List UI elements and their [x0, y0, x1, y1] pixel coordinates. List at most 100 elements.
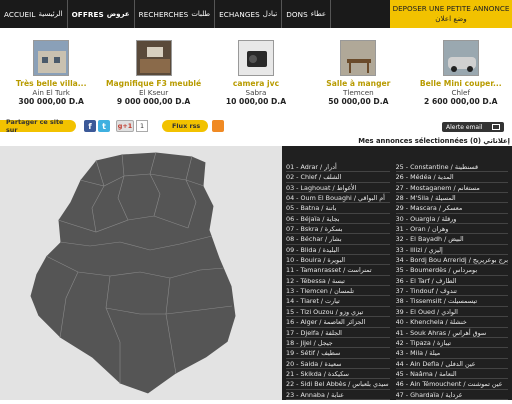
my-selected-ads[interactable]: Mes annonces sélectionnées إعلاناتي (0): [356, 137, 512, 145]
wilaya-item[interactable]: 08 - Béchar / بشار: [286, 234, 390, 245]
featured-listings: Très belle villa... Ain El Turk 300 000,…: [0, 28, 512, 116]
wilaya-item[interactable]: 10 - Bouira / البويرة: [286, 255, 390, 266]
envelope-icon: [492, 124, 500, 130]
google-plus-button[interactable]: g+1: [116, 120, 134, 132]
listing-title[interactable]: Salle à manger: [326, 79, 390, 88]
wilaya-item[interactable]: 36 - El Tarf / الطارف: [395, 276, 508, 287]
wilaya-item[interactable]: 18 - Jijel / جيجل: [286, 338, 390, 349]
wilaya-item[interactable]: 31 - Oran / وهران: [395, 224, 508, 235]
wilaya-item[interactable]: 20 - Saida / سعيدة: [286, 359, 390, 369]
wilaya-item[interactable]: 04 - Oum El Bouaghi / أم البواقي: [286, 193, 390, 204]
listing-title[interactable]: camera jvc: [233, 79, 279, 88]
listing-location: El Kseur: [138, 88, 169, 97]
wilaya-column-right: 25 - Constantine / قسنطينة 26 - Médéa / …: [395, 162, 508, 400]
wilaya-item[interactable]: 43 - Mila / ميلة: [395, 348, 508, 359]
nav-dons-label-ar: عطاء: [310, 10, 327, 18]
wilaya-item[interactable]: 13 - Tlemcen / تلمسان: [286, 286, 390, 297]
wilaya-item[interactable]: 03 - Laghouat / الأغواط: [286, 183, 390, 194]
wilaya-item[interactable]: 38 - Tissemsilt / تيسمسيلت: [395, 296, 508, 307]
share-bar: Partager ce site sur f t g+1 1 Flux rss …: [0, 118, 512, 136]
wilaya-item[interactable]: 34 - Bordj Bou Arreridj / برج بوعريريج: [395, 255, 508, 266]
wilaya-item[interactable]: 15 - Tizi Ouzou / تيزي وزو: [286, 307, 390, 318]
wilaya-item[interactable]: 23 - Annaba / عنابة: [286, 390, 390, 400]
wilaya-item[interactable]: 25 - Constantine / قسنطينة: [395, 162, 508, 173]
nav-recherches-label-ar: طلبات: [191, 10, 211, 18]
listing-photo[interactable]: [33, 40, 70, 76]
algeria-map[interactable]: [0, 146, 280, 400]
wilaya-item[interactable]: 30 - Ouargla / ورقلة: [395, 214, 508, 225]
facebook-icon[interactable]: f: [84, 120, 96, 132]
wilaya-item[interactable]: 33 - Illizi / إليزي: [395, 245, 508, 256]
nav-echanges-label-ar: تبادل: [262, 10, 278, 18]
wilaya-item[interactable]: 37 - Tindouf / تندوف: [395, 286, 508, 297]
wilaya-item[interactable]: 16 - Alger / الجزائر العاصمة: [286, 317, 390, 328]
nav-echanges[interactable]: ECHANGES تبادل: [215, 0, 283, 28]
email-alert-button[interactable]: Alerte email: [442, 122, 504, 132]
listing-photo[interactable]: [340, 40, 377, 76]
wilaya-item[interactable]: 22 - Sidi Bel Abbès / سيدي بلعباس: [286, 379, 390, 390]
wilaya-item[interactable]: 06 - Béjaïa / بجاية: [286, 214, 390, 225]
wilaya-item[interactable]: 09 - Blida / البليدة: [286, 245, 390, 256]
wilaya-item[interactable]: 19 - Sétif / سطيف: [286, 348, 390, 359]
listing-card[interactable]: camera jvc Sabra 10 000,00 D.A: [213, 40, 299, 116]
wilaya-item[interactable]: 29 - Mascara / معسكر: [395, 203, 508, 214]
listing-price: 300 000,00 D.A: [18, 97, 84, 106]
wilaya-item[interactable]: 17 - Djelfa / الجلفة: [286, 328, 390, 338]
nav-dons[interactable]: DONS عطاء: [282, 0, 332, 28]
listing-location: Sabra: [245, 88, 267, 97]
rss-label[interactable]: Flux rss: [162, 120, 208, 132]
wilaya-item[interactable]: 12 - Tébessa / تبسة: [286, 276, 390, 287]
listing-card[interactable]: Très belle villa... Ain El Turk 300 000,…: [8, 40, 94, 116]
nav-offres[interactable]: OFFRES عروض: [68, 0, 135, 28]
wilaya-item[interactable]: 26 - Médéa / المدية: [395, 172, 508, 183]
listing-photo[interactable]: [237, 40, 274, 76]
listing-price: 9 000 000,00 D.A: [116, 97, 191, 106]
google-plus-count: 1: [136, 120, 148, 132]
nav-offres-label: OFFRES: [71, 9, 104, 19]
rss-icon[interactable]: [212, 120, 224, 132]
wilaya-item[interactable]: 07 - Bskra / بسكرة: [286, 224, 390, 235]
my-ads-count: (0): [470, 137, 481, 145]
listing-location: Chlef: [451, 88, 471, 97]
wilaya-item[interactable]: 14 - Tiaret / تيارت: [286, 296, 390, 307]
twitter-icon[interactable]: t: [98, 120, 110, 132]
listing-card[interactable]: Magnifique F3 meublé El Kseur 9 000 000,…: [106, 40, 201, 116]
listing-photo[interactable]: [442, 40, 479, 76]
nav-echanges-label: ECHANGES: [219, 9, 260, 19]
nav-recherches[interactable]: RECHERCHES طلبات: [135, 0, 216, 28]
wilaya-item[interactable]: 41 - Souk Ahras / سوق أهراس: [395, 328, 508, 338]
wilaya-item[interactable]: 05 - Batna / باتنة: [286, 203, 390, 214]
nav-accueil[interactable]: ACCUEIL الرئيسية: [0, 0, 68, 28]
nav-accueil-label-ar: الرئيسية: [38, 10, 63, 18]
deposer-label: DEPOSER UNE PETITE ANNONCE: [392, 4, 510, 13]
wilaya-item[interactable]: 27 - Mostaganem / مستغانم: [395, 183, 508, 194]
deposer-annonce-button[interactable]: DEPOSER UNE PETITE ANNONCE وضع اعلان: [390, 0, 512, 28]
listing-title[interactable]: Belle Mini couper...: [420, 79, 502, 88]
wilaya-item[interactable]: 21 - Skikda / سكيكدة: [286, 369, 390, 380]
wilaya-item[interactable]: 01 - Adrar / أدرار: [286, 162, 390, 173]
nav-offres-label-ar: عروض: [106, 10, 130, 18]
wilaya-item[interactable]: 45 - Naâma / النعامة: [395, 369, 508, 380]
top-navbar: ACCUEIL الرئيسية OFFRES عروض RECHERCHES …: [0, 0, 512, 28]
listing-title[interactable]: Très belle villa...: [16, 79, 87, 88]
wilaya-item[interactable]: 46 - Ain Témouchent / عين تموشنت: [395, 379, 508, 390]
wilaya-item[interactable]: 28 - M'Sila / المسيلة: [395, 193, 508, 204]
wilaya-item[interactable]: 44 - Ain Defla / عين الدفلى: [395, 359, 508, 369]
wilaya-item[interactable]: 39 - El Oued / الوادي: [395, 307, 508, 318]
nav-accueil-label: ACCUEIL: [4, 9, 36, 19]
wilaya-item[interactable]: 42 - Tipaza / تيبازة: [395, 338, 508, 349]
wilaya-item[interactable]: 02 - Chlef / الشلف: [286, 172, 390, 183]
wilaya-item[interactable]: 32 - El Bayadh / البيض: [395, 234, 508, 245]
listing-price: 2 600 000,00 D.A: [424, 97, 498, 106]
wilaya-item[interactable]: 35 - Boumerdès / بومرداس: [395, 265, 508, 276]
wilaya-item[interactable]: 40 - Khenchela / خنشلة: [395, 317, 508, 328]
listing-card[interactable]: Salle à manger Tlemcen 50 000,00 D.A: [315, 40, 401, 116]
listing-photo[interactable]: [135, 40, 172, 76]
listing-title[interactable]: Magnifique F3 meublé: [106, 79, 201, 88]
algeria-map-svg[interactable]: [0, 146, 280, 400]
listing-card[interactable]: Belle Mini couper... Chlef 2 600 000,00 …: [418, 40, 504, 116]
wilaya-item[interactable]: 47 - Ghardaïa / غرداية: [395, 390, 508, 400]
wilaya-column-left: 01 - Adrar / أدرار 02 - Chlef / الشلف 03…: [286, 162, 390, 400]
wilaya-item[interactable]: 11 - Tamanrasset / تمنراست: [286, 265, 390, 276]
